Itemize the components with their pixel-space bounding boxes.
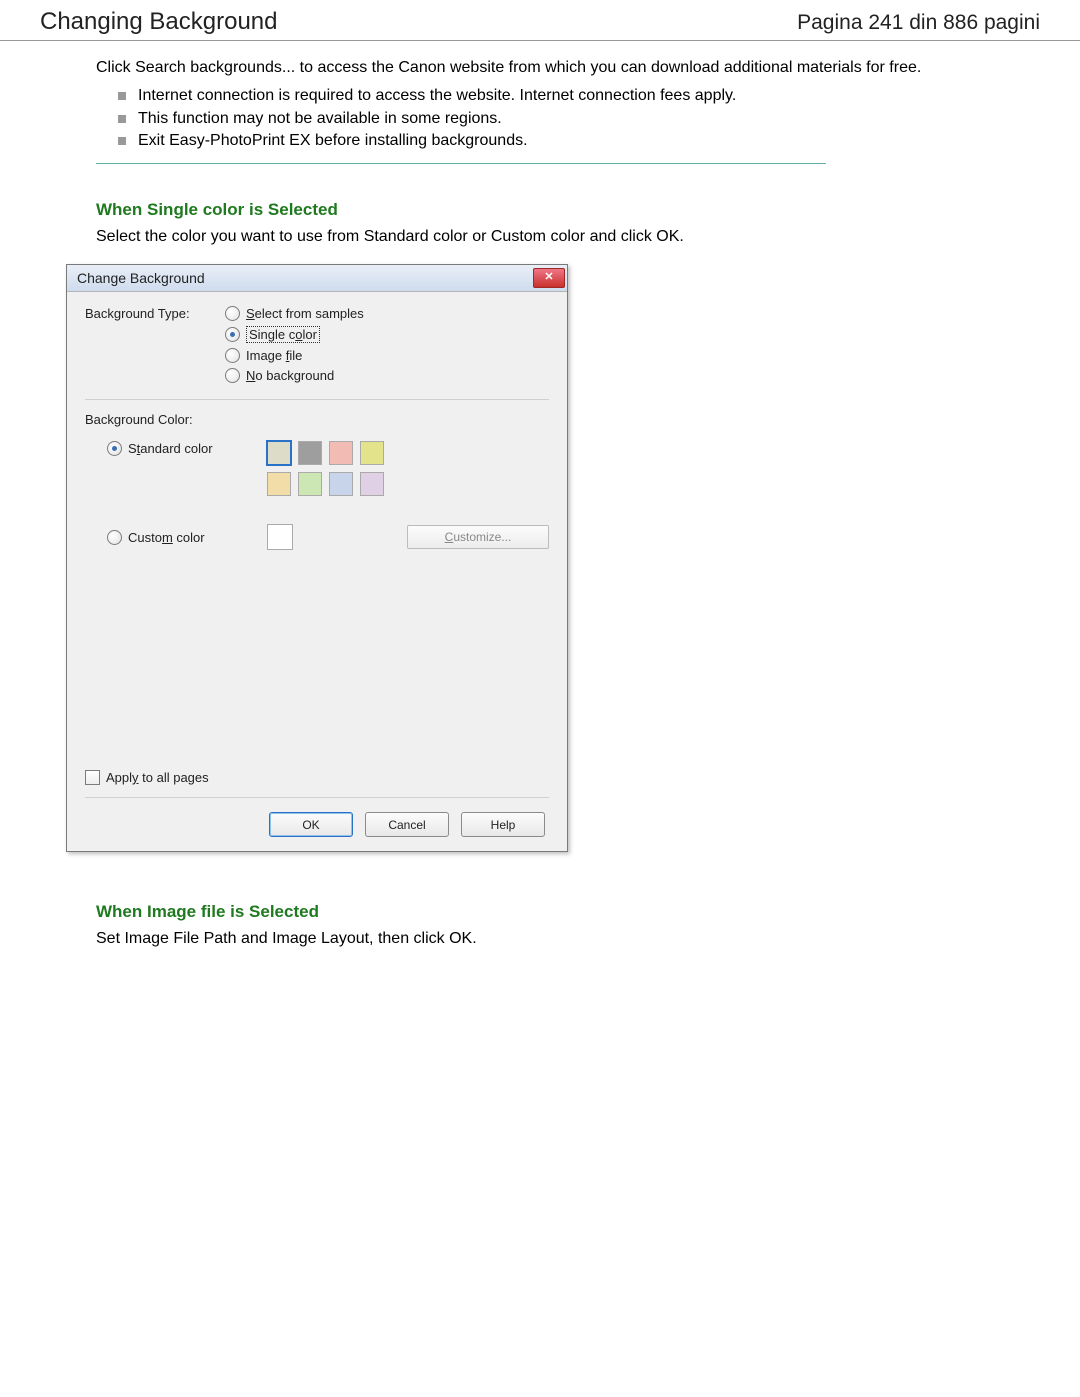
radio-icon xyxy=(107,530,122,545)
apply-to-all-row[interactable]: Apply to all pages xyxy=(85,770,549,785)
cancel-button[interactable]: Cancel xyxy=(365,812,449,837)
color-swatch[interactable] xyxy=(267,441,291,465)
dialog-body: Background Type: Select from samples Sin… xyxy=(67,292,567,852)
customize-button[interactable]: Customize... xyxy=(407,525,549,549)
content-area: Click Search backgrounds... to access th… xyxy=(0,41,1080,948)
radio-icon xyxy=(225,368,240,383)
list-item: This function may not be available in so… xyxy=(118,108,1020,130)
checkbox-icon xyxy=(85,770,100,785)
radio-icon xyxy=(107,441,122,456)
background-type-row: Background Type: Select from samples Sin… xyxy=(85,306,549,384)
standard-color-row: Standard color xyxy=(85,441,549,496)
radio-select-from-samples[interactable]: Select from samples xyxy=(225,306,364,321)
color-swatch[interactable] xyxy=(298,441,322,465)
dialog-title: Change Background xyxy=(77,270,205,286)
radio-no-background[interactable]: No background xyxy=(225,368,364,383)
section-heading-image-file: When Image file is Selected xyxy=(96,902,1020,922)
radio-label: Single color xyxy=(246,326,320,344)
color-swatch[interactable] xyxy=(329,441,353,465)
radio-label: Select from samples xyxy=(246,306,364,321)
section-heading-single-color: When Single color is Selected xyxy=(96,200,1020,220)
checkbox-label: Apply to all pages xyxy=(106,770,209,785)
change-background-dialog: Change Background ✕ Background Type: Sel… xyxy=(66,264,568,853)
custom-swatch-area xyxy=(267,524,397,550)
radio-custom-color[interactable]: Custom color xyxy=(107,530,267,545)
button-label: Customize... xyxy=(445,530,512,544)
section-body: Set Image File Path and Image Layout, th… xyxy=(96,930,1020,948)
color-swatch[interactable] xyxy=(360,472,384,496)
section-body: Select the color you want to use from St… xyxy=(96,228,1020,246)
dialog-buttons: OK Cancel Help xyxy=(85,812,549,837)
background-type-label: Background Type: xyxy=(85,306,225,321)
color-swatch[interactable] xyxy=(298,472,322,496)
radio-label: Image file xyxy=(246,348,302,363)
close-icon: ✕ xyxy=(544,272,553,283)
ok-button[interactable]: OK xyxy=(269,812,353,837)
group-separator xyxy=(85,797,549,798)
notes-list: Internet connection is required to acces… xyxy=(96,85,1020,152)
divider xyxy=(96,163,826,164)
background-color-label: Background Color: xyxy=(85,412,549,427)
color-swatch[interactable] xyxy=(360,441,384,465)
radio-icon xyxy=(225,348,240,363)
close-button[interactable]: ✕ xyxy=(533,268,565,288)
color-swatch[interactable] xyxy=(329,472,353,496)
page-number: Pagina 241 din 886 pagini xyxy=(797,11,1040,35)
standard-swatches xyxy=(267,441,397,496)
page-header: Changing Background Pagina 241 din 886 p… xyxy=(0,0,1080,41)
page-title: Changing Background xyxy=(40,8,278,36)
spacer xyxy=(85,550,549,770)
intro-text: Click Search backgrounds... to access th… xyxy=(96,57,1020,79)
color-swatch[interactable] xyxy=(267,472,291,496)
radio-standard-color[interactable]: Standard color xyxy=(107,441,267,456)
custom-color-swatch[interactable] xyxy=(267,524,293,550)
radio-label: No background xyxy=(246,368,334,383)
list-item: Internet connection is required to acces… xyxy=(118,85,1020,107)
help-button[interactable]: Help xyxy=(461,812,545,837)
radio-icon xyxy=(225,306,240,321)
background-type-options: Select from samples Single color Image f… xyxy=(225,306,364,384)
radio-label: Standard color xyxy=(128,441,213,456)
list-item: Exit Easy-PhotoPrint EX before installin… xyxy=(118,130,1020,152)
group-separator xyxy=(85,399,549,400)
dialog-titlebar: Change Background ✕ xyxy=(67,265,567,292)
radio-label: Custom color xyxy=(128,530,205,545)
radio-image-file[interactable]: Image file xyxy=(225,348,364,363)
radio-icon xyxy=(225,327,240,342)
radio-single-color[interactable]: Single color xyxy=(225,326,364,344)
custom-color-row: Custom color Customize... xyxy=(85,524,549,550)
